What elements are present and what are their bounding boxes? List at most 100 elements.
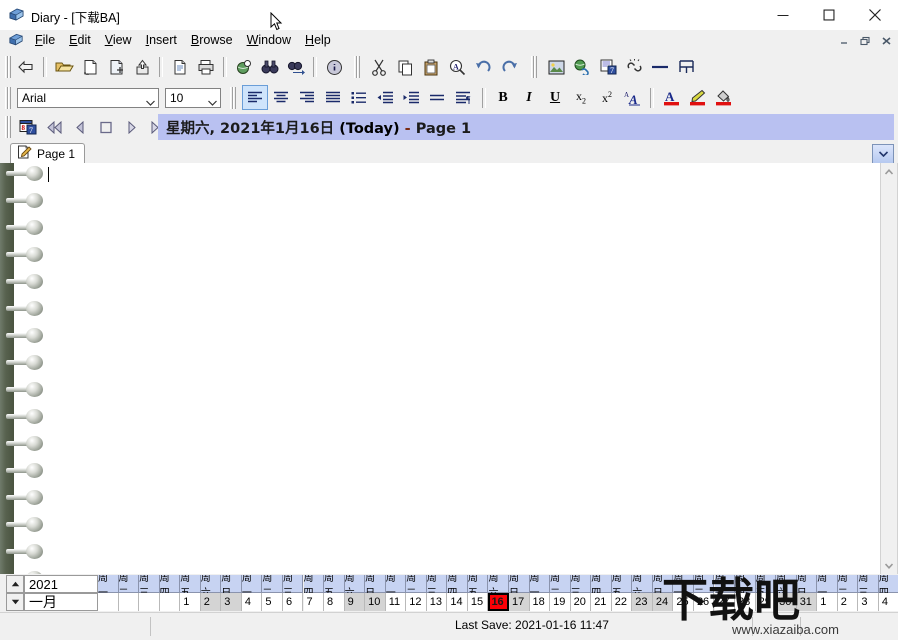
calendar-day-cell[interactable]: 周四 xyxy=(159,575,181,611)
calendar-day-number[interactable]: 14 xyxy=(447,593,468,611)
calendar-day-cell[interactable]: 周三13 xyxy=(426,575,448,611)
calendar-day-number[interactable]: 12 xyxy=(406,593,427,611)
menu-item-view[interactable]: View xyxy=(98,31,139,49)
calendar-today-cell[interactable]: 16 xyxy=(488,593,509,611)
calendar-day-cell[interactable]: 周六16 xyxy=(488,575,509,611)
print-preview-icon[interactable] xyxy=(167,55,193,80)
binoculars-icon[interactable] xyxy=(257,55,283,80)
font-style-button[interactable]: A A xyxy=(620,85,646,110)
first-page-button[interactable] xyxy=(41,115,67,140)
subscript-button[interactable]: x2 xyxy=(568,85,594,110)
calendar-icon[interactable]: 8 7 xyxy=(15,115,41,140)
calendar-day-number[interactable]: 23 xyxy=(632,593,653,611)
calendar-day-number[interactable]: 8 xyxy=(324,593,345,611)
calendar-day-number[interactable]: 3 xyxy=(221,593,242,611)
menu-item-insert[interactable]: Insert xyxy=(139,31,184,49)
mdi-close-button[interactable] xyxy=(876,31,896,50)
current-date-display[interactable]: 星期六, 2021年1月16日 (Today) - Page 1 xyxy=(158,114,894,140)
calendar-day-number[interactable]: 26 xyxy=(693,593,715,611)
calendar-day-cell[interactable]: 周六30 xyxy=(776,575,797,611)
calendar-day-number[interactable]: 21 xyxy=(591,593,612,611)
calendar-day-number[interactable]: 4 xyxy=(241,593,263,611)
calendar-day-cell[interactable]: 周五1 xyxy=(180,575,201,611)
scroll-down-button[interactable] xyxy=(881,557,897,574)
find-next-icon[interactable] xyxy=(283,55,309,80)
copy-icon[interactable] xyxy=(392,55,418,80)
calendar-day-number[interactable]: 19 xyxy=(550,593,571,611)
window-close-button[interactable] xyxy=(852,0,898,30)
window-minimize-button[interactable] xyxy=(760,0,806,30)
calendar-day-cell[interactable]: 周六9 xyxy=(344,575,366,611)
calendar-day-cell[interactable]: 周一18 xyxy=(529,575,551,611)
year-spin-down-button[interactable] xyxy=(6,593,24,611)
menu-item-file[interactable]: File xyxy=(28,31,62,49)
insert-link-icon[interactable] xyxy=(569,55,595,80)
toolbar-grip[interactable] xyxy=(4,115,11,139)
calendar-day-cell[interactable]: 周三3 xyxy=(858,575,879,611)
calendar-day-cell[interactable]: 周一25 xyxy=(673,575,694,611)
italic-button[interactable]: I xyxy=(516,85,542,110)
today-button[interactable] xyxy=(93,115,119,140)
calendar-day-number[interactable]: 22 xyxy=(611,593,633,611)
open-folder-icon[interactable] xyxy=(51,55,77,80)
calendar-day-number[interactable] xyxy=(159,593,181,611)
calendar-day-cell[interactable]: 周一11 xyxy=(385,575,407,611)
calendar-day-number[interactable]: 2 xyxy=(200,593,222,611)
decrease-indent-button[interactable] xyxy=(372,85,398,110)
toolbar-grip[interactable] xyxy=(353,55,360,79)
line-spacing-button[interactable] xyxy=(424,85,450,110)
calendar-day-number[interactable]: 18 xyxy=(529,593,551,611)
calendar-day-number[interactable]: 25 xyxy=(673,593,694,611)
calendar-day-number[interactable]: 29 xyxy=(755,593,777,611)
superscript-button[interactable]: x2 xyxy=(594,85,620,110)
insert-note-icon[interactable]: 7 xyxy=(595,55,621,80)
calendar-day-cell[interactable]: 周五15 xyxy=(467,575,489,611)
back-icon[interactable] xyxy=(13,55,39,80)
calendar-day-number[interactable]: 28 xyxy=(735,593,756,611)
editor-vertical-scrollbar[interactable] xyxy=(880,163,897,574)
calendar-day-cell[interactable]: 周六23 xyxy=(632,575,653,611)
application-icon[interactable] xyxy=(8,32,24,48)
print-icon[interactable] xyxy=(193,55,219,80)
search-globe-icon[interactable] xyxy=(231,55,257,80)
calendar-day-cell[interactable]: 周一 xyxy=(98,575,119,611)
paste-icon[interactable] xyxy=(418,55,444,80)
highlight-color-button[interactable] xyxy=(684,85,710,110)
bold-button[interactable]: B xyxy=(490,85,516,110)
toolbar-grip[interactable] xyxy=(4,86,11,110)
year-spin-up-button[interactable] xyxy=(6,575,24,593)
calendar-day-cell[interactable]: 周四28 xyxy=(735,575,756,611)
calendar-day-number[interactable]: 7 xyxy=(303,593,325,611)
calendar-day-cell[interactable]: 周二12 xyxy=(406,575,427,611)
calendar-day-number[interactable] xyxy=(98,593,119,611)
increase-indent-button[interactable] xyxy=(398,85,424,110)
calendar-day-number[interactable]: 6 xyxy=(282,593,304,611)
calendar-day-cell[interactable]: 周四7 xyxy=(303,575,325,611)
calendar-day-cell[interactable]: 周日10 xyxy=(365,575,386,611)
menu-item-window[interactable]: Window xyxy=(240,31,298,49)
calendar-day-cell[interactable]: 周三27 xyxy=(714,575,736,611)
calendar-day-cell[interactable]: 周二26 xyxy=(693,575,715,611)
toolbar-grip[interactable] xyxy=(229,86,236,110)
bullet-list-button[interactable] xyxy=(346,85,372,110)
calendar-day-number[interactable]: 3 xyxy=(858,593,879,611)
calendar-day-cell[interactable]: 周日17 xyxy=(509,575,530,611)
calendar-day-cell[interactable]: 周六2 xyxy=(200,575,222,611)
toolbar-grip[interactable] xyxy=(4,55,11,79)
calendar-day-cell[interactable]: 周二5 xyxy=(262,575,283,611)
horizontal-rule-icon[interactable] xyxy=(647,55,673,80)
remove-link-icon[interactable] xyxy=(621,55,647,80)
calendar-day-number[interactable] xyxy=(139,593,160,611)
calendar-day-cell[interactable]: 周四21 xyxy=(591,575,612,611)
mdi-restore-button[interactable] xyxy=(855,31,875,50)
calendar-day-number[interactable]: 13 xyxy=(426,593,448,611)
calendar-day-cell[interactable]: 周二2 xyxy=(837,575,859,611)
calendar-day-cell[interactable]: 周三 xyxy=(139,575,160,611)
calendar-year[interactable]: 2021 xyxy=(24,575,98,593)
next-page-button[interactable] xyxy=(119,115,145,140)
align-center-button[interactable] xyxy=(268,85,294,110)
menu-item-edit[interactable]: Edit xyxy=(62,31,98,49)
calendar-month[interactable]: 一月 xyxy=(24,593,98,611)
year-spinner[interactable] xyxy=(6,575,24,611)
calendar-day-cell[interactable]: 周日31 xyxy=(796,575,818,611)
